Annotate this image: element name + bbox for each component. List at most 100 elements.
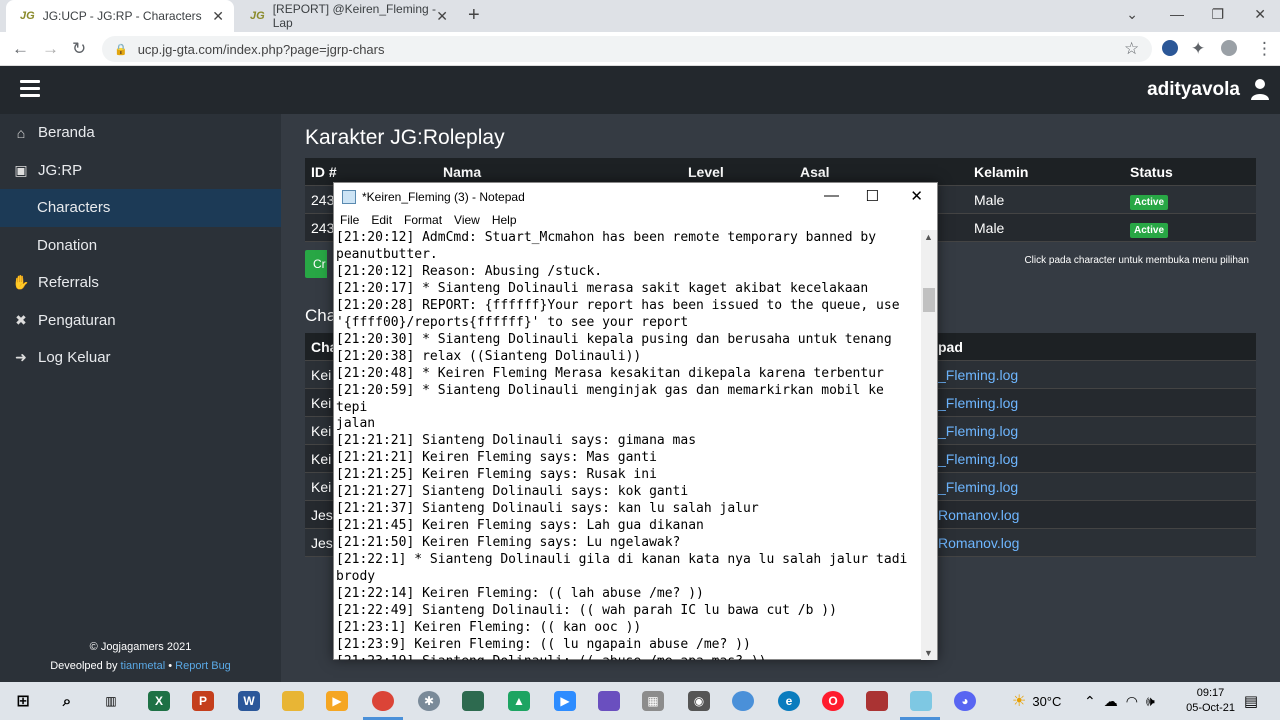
puzzle-extensions-icon[interactable]: ✦ bbox=[1191, 39, 1205, 59]
status-badge: Active bbox=[1130, 194, 1169, 210]
temperature: 30°C bbox=[1032, 693, 1062, 709]
excel-icon[interactable]: X bbox=[148, 691, 170, 711]
browser-tab-inactive[interactable]: JG [REPORT] @Keiren_Fleming - Lap ✕ bbox=[236, 0, 458, 32]
sidebar-item-log-keluar[interactable]: ➜ Log Keluar bbox=[0, 339, 281, 377]
reload-icon[interactable]: ↻ bbox=[72, 39, 86, 59]
log-file-link[interactable]: _Fleming.log bbox=[938, 367, 1018, 383]
notepad-taskbar-icon[interactable] bbox=[910, 691, 932, 711]
wifi-icon[interactable]: ◠ bbox=[1126, 693, 1138, 710]
handshake-icon: ✋ bbox=[12, 274, 30, 291]
sidebar-item-label: Log Keluar bbox=[38, 349, 111, 367]
menu-format[interactable]: Format bbox=[404, 213, 442, 227]
notepad-title: *Keiren_Fleming (3) - Notepad bbox=[362, 190, 525, 204]
task-view-icon[interactable]: ▥ bbox=[100, 691, 122, 711]
profile-avatar-icon[interactable] bbox=[1221, 40, 1237, 56]
search-icon[interactable]: ⌕ bbox=[56, 691, 78, 711]
extension-icon[interactable] bbox=[1162, 40, 1178, 56]
scroll-down-icon[interactable]: ▼ bbox=[924, 648, 933, 658]
volume-icon[interactable]: 🕪 bbox=[1146, 693, 1155, 710]
chrome-icon[interactable] bbox=[372, 691, 394, 711]
discord-icon[interactable]: ◕ bbox=[954, 691, 976, 711]
file-explorer-icon[interactable] bbox=[282, 691, 304, 711]
minimize-icon[interactable]: — bbox=[1170, 6, 1184, 22]
hamburger-menu-icon[interactable] bbox=[20, 80, 40, 98]
word-icon[interactable]: W bbox=[238, 691, 260, 711]
sidebar-item-label: Donation bbox=[37, 236, 98, 254]
username[interactable]: adityavola bbox=[1147, 79, 1240, 101]
app-header: adityavola bbox=[0, 66, 1280, 114]
drive-icon[interactable]: ▲ bbox=[508, 691, 530, 711]
page-title: Karakter JG:Roleplay bbox=[305, 126, 505, 149]
log-file-link[interactable]: Romanov.log bbox=[938, 535, 1019, 551]
powerpoint-icon[interactable]: P bbox=[192, 691, 214, 711]
user-icon[interactable] bbox=[1250, 78, 1270, 100]
notification-icon[interactable]: ▤ bbox=[1240, 691, 1262, 711]
bookmark-star-icon[interactable]: ☆ bbox=[1124, 39, 1139, 59]
app-icon[interactable] bbox=[866, 691, 888, 711]
menu-view[interactable]: View bbox=[454, 213, 480, 227]
tray-chevron-icon[interactable]: ⌃ bbox=[1084, 693, 1096, 710]
lock-icon: 🔒 bbox=[114, 43, 128, 56]
create-character-button[interactable]: Cr bbox=[305, 250, 327, 278]
camera-icon[interactable]: ◉ bbox=[688, 691, 710, 711]
sidebar-item-donation[interactable]: Donation bbox=[0, 227, 281, 265]
back-icon[interactable]: ← bbox=[12, 39, 29, 59]
sidebar-item-beranda[interactable]: ⌂ Beranda bbox=[0, 114, 281, 152]
menu-file[interactable]: File bbox=[340, 213, 359, 227]
footer-separator: • bbox=[168, 660, 173, 672]
sidebar-item-jgrp[interactable]: ▣ JG:RP bbox=[0, 152, 281, 190]
author-link[interactable]: tianmetal bbox=[121, 660, 166, 672]
app-icon[interactable] bbox=[462, 691, 484, 711]
log-file-link[interactable]: _Fleming.log bbox=[938, 451, 1018, 467]
close-tab-icon[interactable]: ✕ bbox=[436, 8, 448, 25]
url-field[interactable]: 🔒 ucp.jg-gta.com/index.php?page=jgrp-cha… bbox=[102, 36, 1152, 62]
sidebar-item-label: Beranda bbox=[38, 124, 95, 142]
app-icon[interactable] bbox=[732, 691, 754, 711]
report-bug-link[interactable]: Report Bug bbox=[175, 660, 231, 672]
log-file-link[interactable]: _Fleming.log bbox=[938, 479, 1018, 495]
network-icon[interactable]: ☁ bbox=[1104, 693, 1118, 710]
notepad-window[interactable]: *Keiren_Fleming (3) - Notepad — ☐ ✕ File… bbox=[333, 182, 938, 660]
scroll-up-icon[interactable]: ▲ bbox=[924, 232, 933, 242]
menu-help[interactable]: Help bbox=[492, 213, 517, 227]
settings-gear-icon[interactable]: ✱ bbox=[418, 691, 440, 711]
notepad-scrollbar[interactable]: ▲ ▼ bbox=[921, 230, 937, 660]
close-icon[interactable]: ✕ bbox=[910, 187, 923, 205]
opera-icon[interactable]: O bbox=[822, 691, 844, 711]
calculator-icon[interactable]: ▦ bbox=[642, 691, 664, 711]
windows-start-icon[interactable]: ⊞ bbox=[12, 691, 34, 711]
tab-search-icon[interactable]: ⌄ bbox=[1126, 6, 1138, 23]
menu-edit[interactable]: Edit bbox=[371, 213, 392, 227]
close-window-icon[interactable]: ✕ bbox=[1254, 6, 1266, 23]
log-file-link[interactable]: _Fleming.log bbox=[938, 423, 1018, 439]
sun-icon: ☀ bbox=[1012, 693, 1027, 710]
zoom-icon[interactable]: ▶ bbox=[554, 691, 576, 711]
forward-icon[interactable]: → bbox=[42, 39, 59, 59]
notepad-text-area[interactable]: [21:20:12] AdmCmd: Stuart_Mcmahon has be… bbox=[336, 230, 922, 660]
media-player-icon[interactable]: ▶ bbox=[326, 691, 348, 711]
weather-widget[interactable]: ☀ 30°C bbox=[1012, 682, 1061, 720]
app-icon[interactable] bbox=[598, 691, 620, 711]
system-tray[interactable]: ⌃ ☁ ◠ 🕪 bbox=[1084, 682, 1155, 720]
sidebar-item-referrals[interactable]: ✋ Referrals bbox=[0, 264, 281, 302]
log-file-link[interactable]: Romanov.log bbox=[938, 507, 1019, 523]
browser-tab-active[interactable]: JG JG:UCP - JG:RP - Characters ✕ bbox=[6, 0, 234, 32]
browser-menu-icon[interactable]: ⋮ bbox=[1256, 39, 1273, 59]
edge-icon[interactable]: e bbox=[778, 691, 800, 711]
taskbar-clock[interactable]: 09:17 05-Oct-21 bbox=[1186, 686, 1235, 716]
sidebar-item-pengaturan[interactable]: ✖ Pengaturan bbox=[0, 302, 281, 340]
notepad-titlebar[interactable]: *Keiren_Fleming (3) - Notepad — ☐ ✕ bbox=[334, 183, 937, 211]
notepad-app-icon bbox=[342, 190, 356, 204]
url-text: ucp.jg-gta.com/index.php?page=jgrp-chars bbox=[137, 41, 385, 57]
jg-favicon-icon: JG bbox=[250, 10, 265, 22]
sidebar-footer: © Jogjagamers 2021 Deveolped by tianmeta… bbox=[0, 638, 281, 676]
log-file-link[interactable]: _Fleming.log bbox=[938, 395, 1018, 411]
minimize-icon[interactable]: — bbox=[824, 187, 839, 204]
new-tab-icon[interactable]: + bbox=[468, 4, 480, 27]
sidebar-item-characters[interactable]: Characters bbox=[0, 189, 281, 227]
restore-icon[interactable]: ❐ bbox=[1211, 6, 1224, 23]
maximize-icon[interactable]: ☐ bbox=[866, 187, 879, 205]
close-tab-icon[interactable]: ✕ bbox=[212, 8, 224, 25]
status-badge: Active bbox=[1130, 222, 1169, 238]
scroll-thumb[interactable] bbox=[923, 288, 935, 312]
